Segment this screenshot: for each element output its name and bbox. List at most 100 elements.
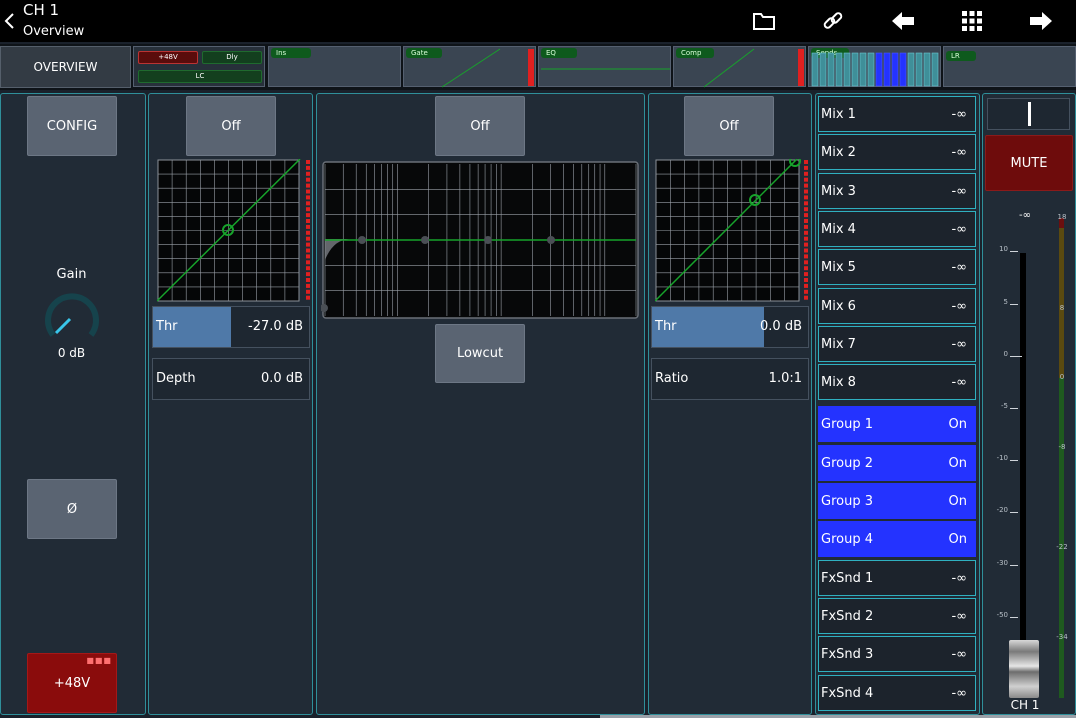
send-label: Mix 8 [821, 375, 856, 390]
send-label: Mix 6 [821, 299, 856, 314]
strip-lr-block[interactable]: LR [943, 46, 1076, 87]
fader-scale-label: 5 [1003, 298, 1008, 306]
fader-scale-label: -10 [996, 454, 1008, 462]
send-row[interactable]: Mix 4 -∞ [818, 211, 976, 247]
eq-graph[interactable] [320, 160, 640, 320]
fader-scale-tick [1010, 304, 1018, 305]
send-row[interactable]: Mix 7 -∞ [818, 326, 976, 362]
fader-value: -∞ [1019, 210, 1031, 221]
eq-off-button[interactable]: Off [435, 96, 525, 156]
send-label: Group 2 [821, 456, 873, 471]
send-value: -∞ [951, 299, 967, 314]
send-label: FxSnd 4 [821, 686, 874, 701]
pan-control[interactable] [987, 98, 1070, 130]
send-row[interactable]: Group 3 On [818, 483, 976, 519]
grid-icon[interactable] [957, 6, 987, 36]
gain-knob[interactable] [43, 291, 101, 349]
send-row[interactable]: FxSnd 3 -∞ [818, 636, 976, 672]
send-value: -∞ [951, 222, 967, 237]
folder-icon[interactable] [749, 6, 779, 36]
send-label: Mix 1 [821, 107, 856, 122]
phantom-power-button[interactable]: +48V ■■■ [27, 653, 117, 713]
strip-comp-block[interactable]: Comp [673, 46, 806, 88]
send-value: On [948, 494, 967, 509]
send-row[interactable]: Group 4 On [818, 521, 976, 557]
gate-depth-value: 0.0 dB [261, 371, 303, 386]
send-row[interactable]: FxSnd 4 -∞ [818, 675, 976, 711]
send-row[interactable]: Mix 6 -∞ [818, 288, 976, 324]
fader-scale-tick [1010, 617, 1018, 618]
phantom-power-label: +48V [53, 675, 91, 691]
fader-scale-label: -20 [996, 506, 1008, 514]
send-label: Group 4 [821, 532, 873, 547]
send-row[interactable]: Mix 3 -∞ [818, 173, 976, 209]
send-row[interactable]: Group 2 On [818, 445, 976, 481]
gate-off-button[interactable]: Off [186, 96, 276, 156]
tab-overview[interactable]: OVERVIEW [0, 46, 131, 88]
send-value: -∞ [951, 686, 967, 701]
comp-off-button[interactable]: Off [684, 96, 774, 156]
fader-scale-tick [1010, 356, 1022, 357]
gate-depth-label: Depth [156, 371, 196, 386]
comp-graph[interactable] [654, 155, 811, 302]
send-label: FxSnd 2 [821, 609, 874, 624]
send-value: -∞ [951, 375, 967, 390]
send-row[interactable]: Mix 5 -∞ [818, 249, 976, 285]
comp-ratio-field[interactable]: Ratio 1.0:1 [651, 358, 809, 400]
arrow-right-icon[interactable] [1026, 6, 1056, 36]
phantom-tag: +48V [138, 51, 198, 64]
strip-config-block[interactable]: +48V Dly LC [133, 46, 265, 87]
eq-band-handle [421, 236, 429, 244]
comp-ratio-label: Ratio [655, 371, 689, 386]
send-value: -∞ [951, 184, 967, 199]
meter-bar [1059, 218, 1064, 698]
send-row[interactable]: FxSnd 1 -∞ [818, 560, 976, 596]
page-subtitle: Overview [23, 24, 85, 39]
strip-insert-block[interactable]: Ins [268, 46, 401, 87]
meter-scale-label: 0 [1059, 373, 1065, 381]
fader-track [1020, 253, 1026, 693]
link-icon[interactable] [818, 6, 848, 36]
send-value: On [948, 417, 967, 432]
strip-sends-block[interactable]: Sends [808, 46, 941, 87]
back-chevron-icon[interactable] [3, 11, 17, 31]
send-value: -∞ [951, 145, 967, 160]
mute-button[interactable]: MUTE [985, 135, 1073, 191]
fader-scale-label: -5 [1001, 402, 1008, 410]
lowcut-button[interactable]: Lowcut [435, 324, 525, 383]
fader-scale-tick [1010, 408, 1018, 409]
send-value: -∞ [951, 647, 967, 662]
send-row[interactable]: Mix 2 -∞ [818, 134, 976, 170]
send-label: Mix 2 [821, 145, 856, 160]
send-row[interactable]: Mix 1 -∞ [818, 96, 976, 132]
phase-invert-button[interactable]: Ø [27, 479, 117, 539]
strip-gate-block[interactable]: Gate [403, 46, 536, 88]
lr-tag: LR [946, 51, 976, 61]
config-button[interactable]: CONFIG [27, 96, 117, 156]
gate-threshold-field[interactable]: Thr -27.0 dB [152, 306, 310, 348]
fader-scale-tick [1010, 565, 1018, 566]
comp-ratio-value: 1.0:1 [768, 371, 802, 386]
send-label: Mix 7 [821, 337, 856, 352]
arrow-left-icon[interactable] [888, 6, 918, 36]
tab-overview-label: OVERVIEW [33, 60, 98, 74]
send-row[interactable]: FxSnd 2 -∞ [818, 598, 976, 634]
send-row[interactable]: Group 1 On [818, 406, 976, 442]
send-row[interactable]: Mix 8 -∞ [818, 364, 976, 400]
send-label: Group 1 [821, 417, 873, 432]
fader-scale-label: 0 [1003, 350, 1008, 358]
send-label: FxSnd 1 [821, 571, 874, 586]
channel-title: CH 1 [23, 1, 60, 19]
comp-threshold-field[interactable]: Thr 0.0 dB [651, 306, 809, 348]
meter-scale-label: -22 [1056, 543, 1068, 551]
gate-threshold-value: -27.0 dB [248, 319, 303, 334]
gate-graph[interactable] [156, 158, 311, 302]
strip-eq-block[interactable]: EQ [538, 46, 671, 87]
gate-depth-field[interactable]: Depth 0.0 dB [152, 358, 310, 400]
channel-label: CH 1 [1010, 698, 1040, 712]
fader-scale-label: -30 [996, 559, 1008, 567]
gain-label: Gain [56, 267, 87, 282]
meter-scale-label: -8 [1058, 443, 1066, 451]
fader-cap[interactable] [1009, 640, 1039, 698]
eq-band-handle [484, 236, 492, 244]
